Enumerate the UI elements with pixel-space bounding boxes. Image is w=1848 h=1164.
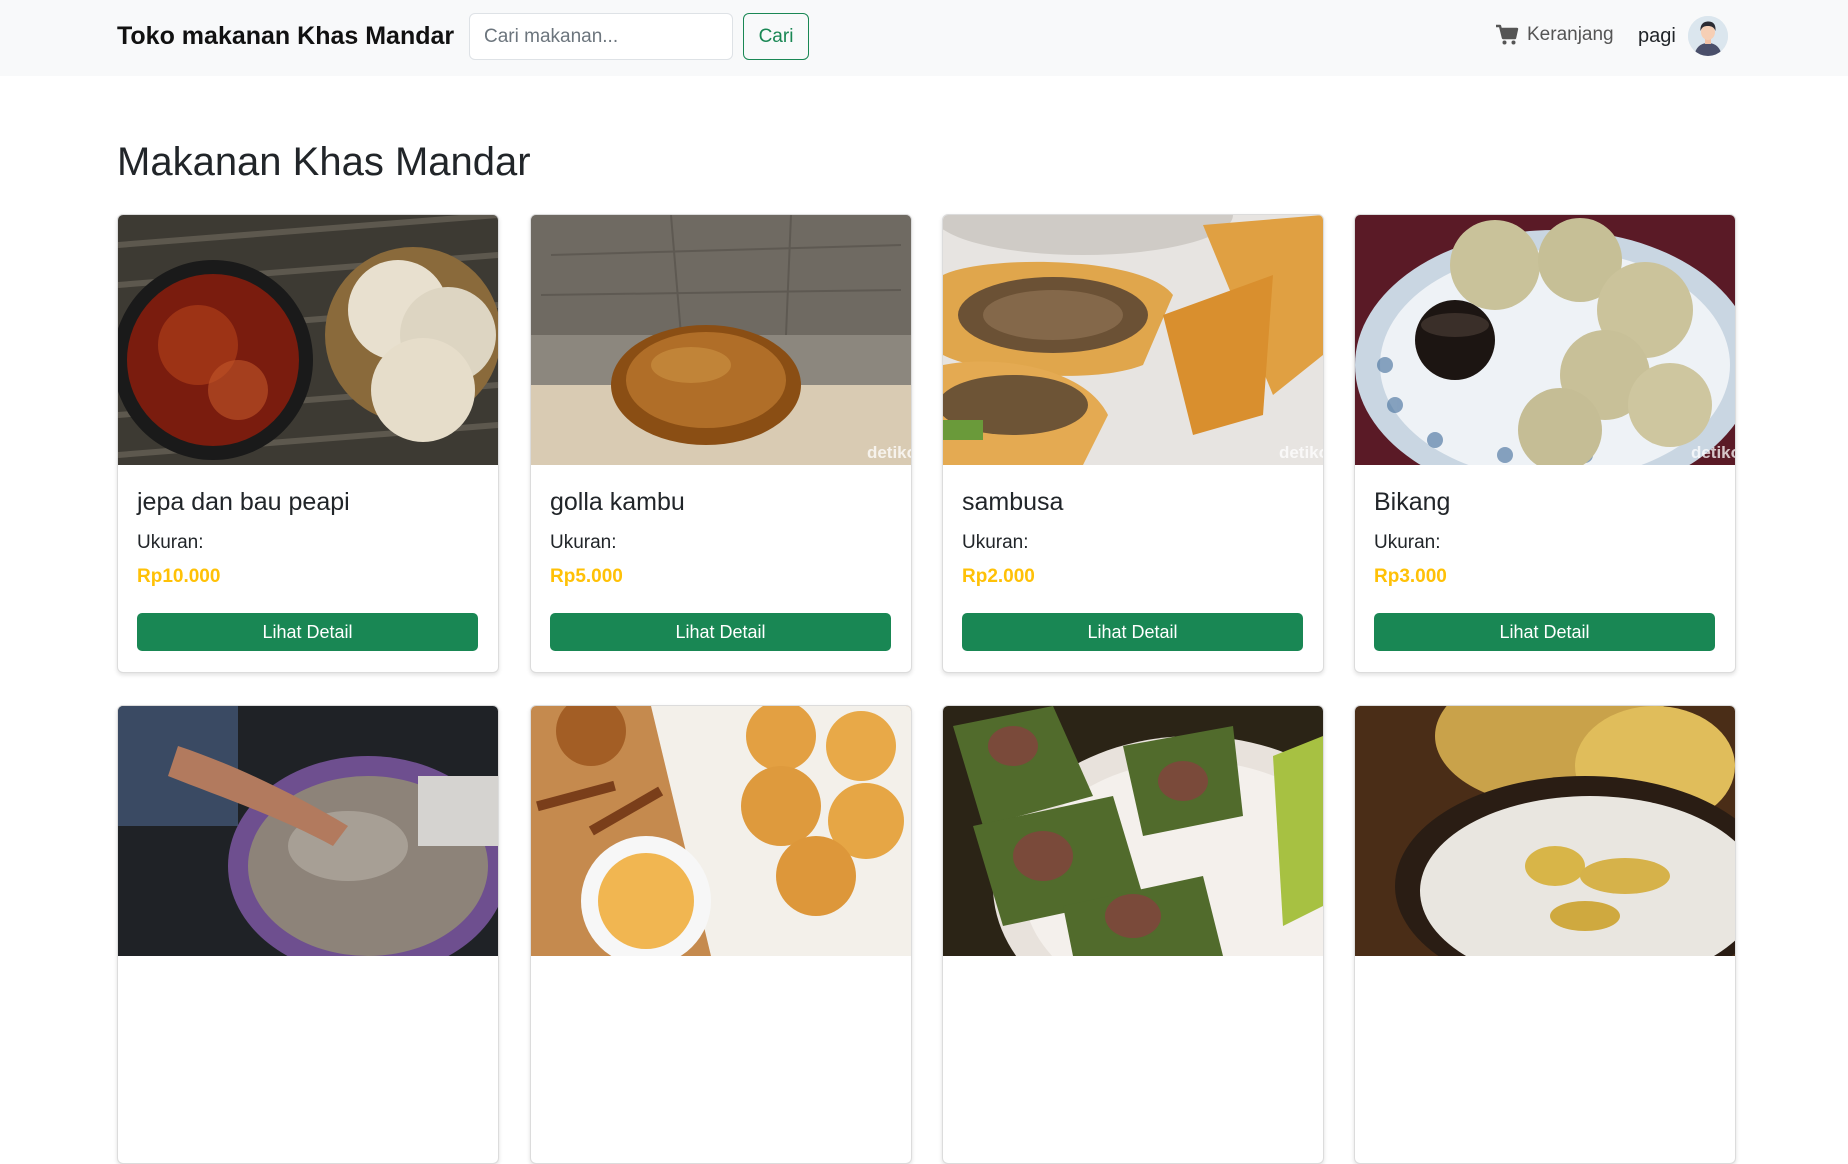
product-price: Rp2.000	[962, 566, 1035, 587]
cart-link[interactable]: Keranjang	[1495, 20, 1614, 50]
product-size-label: Ukuran:	[1374, 532, 1441, 553]
product-image[interactable]	[943, 706, 1323, 956]
product-image[interactable]: detiko	[1355, 215, 1735, 465]
product-image[interactable]	[118, 706, 498, 956]
product-card: detiko sambusa Ukuran: Rp2.000 Lihat Det…	[942, 214, 1324, 673]
search-input[interactable]	[469, 13, 733, 60]
user-name[interactable]: pagi	[1638, 25, 1676, 48]
product-size-label: Ukuran:	[962, 532, 1029, 553]
product-name: golla kambu	[550, 488, 685, 516]
brand-link[interactable]: Toko makanan Khas Mandar	[117, 22, 454, 51]
product-name: jepa dan bau peapi	[137, 488, 350, 516]
product-image[interactable]	[118, 215, 498, 465]
product-image[interactable]: detiko	[531, 215, 911, 465]
product-card	[117, 705, 499, 1164]
product-card: detiko golla kambu Ukuran: Rp5.000 Lihat…	[530, 214, 912, 673]
product-name: Bikang	[1374, 488, 1451, 516]
product-card: detiko Bikang Ukuran: Rp3.000 Lihat Deta…	[1354, 214, 1736, 673]
product-card: jepa dan bau peapi Ukuran: Rp10.000 Liha…	[117, 214, 499, 673]
product-size-label: Ukuran:	[550, 532, 617, 553]
product-price: Rp3.000	[1374, 566, 1447, 587]
view-detail-button[interactable]: Lihat Detail	[550, 613, 891, 651]
cart-label: Keranjang	[1527, 24, 1614, 45]
search-button[interactable]: Cari	[743, 13, 809, 60]
product-image[interactable]: detiko	[943, 215, 1323, 465]
image-watermark: detiko	[1278, 443, 1323, 462]
view-detail-button[interactable]: Lihat Detail	[1374, 613, 1715, 651]
product-price: Rp10.000	[137, 566, 221, 587]
product-size-label: Ukuran:	[137, 532, 204, 553]
page-title: Makanan Khas Mandar	[117, 140, 531, 184]
image-watermark: detiko	[866, 443, 911, 462]
product-name: sambusa	[962, 488, 1064, 516]
image-watermark: detiko	[1690, 443, 1735, 462]
cart-icon	[1495, 24, 1519, 46]
view-detail-button[interactable]: Lihat Detail	[137, 613, 478, 651]
product-card	[530, 705, 912, 1164]
product-card	[1354, 705, 1736, 1164]
view-detail-button[interactable]: Lihat Detail	[962, 613, 1303, 651]
product-image[interactable]	[531, 706, 911, 956]
product-card	[942, 705, 1324, 1164]
product-price: Rp5.000	[550, 566, 623, 587]
navbar: Toko makanan Khas Mandar Cari Keranjang …	[0, 0, 1848, 76]
product-image[interactable]	[1355, 706, 1735, 956]
avatar-icon[interactable]	[1688, 16, 1728, 56]
